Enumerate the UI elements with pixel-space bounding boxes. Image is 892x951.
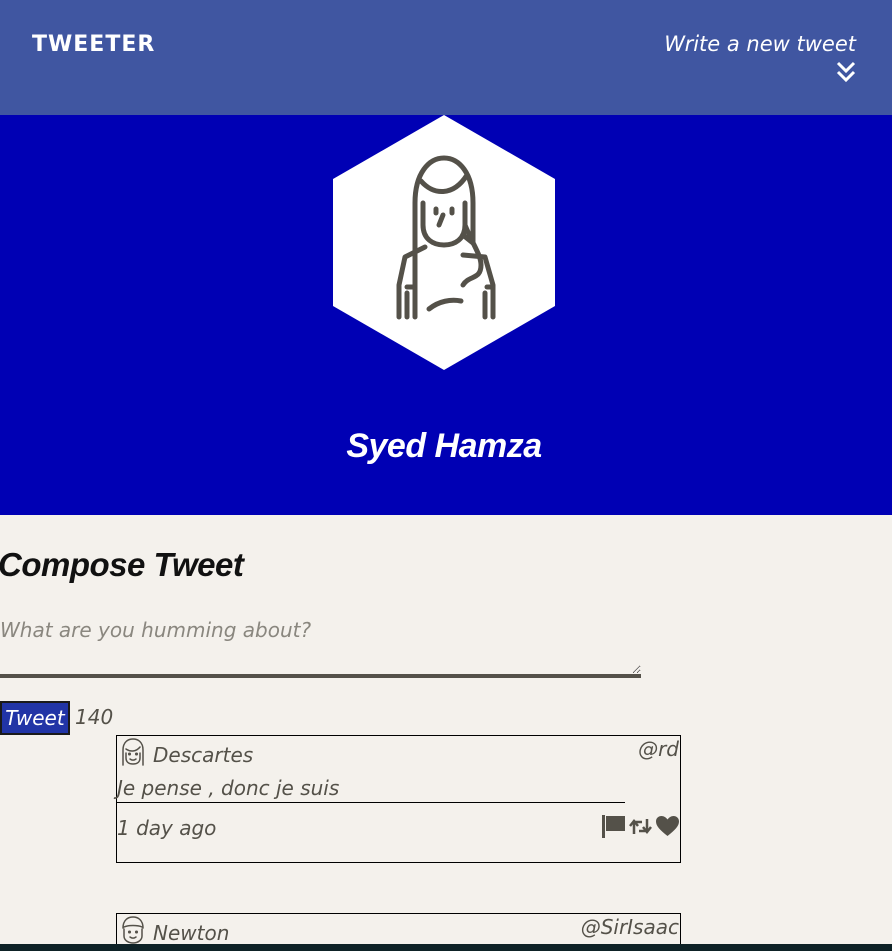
profile-name: Syed Hamza bbox=[346, 427, 542, 465]
user-avatar-icon bbox=[122, 738, 144, 766]
tweet-author-name: Descartes bbox=[153, 743, 254, 767]
user-avatar-icon bbox=[122, 916, 144, 944]
character-counter: 140 bbox=[75, 705, 114, 729]
bottom-bar bbox=[0, 944, 892, 951]
top-nav: TWEETER Write a new tweet bbox=[0, 0, 892, 115]
tweet-author-handle: @rd bbox=[638, 737, 679, 761]
tweet-author-name: Newton bbox=[153, 921, 230, 945]
heart-icon[interactable] bbox=[655, 814, 680, 839]
tweet-text: Je pense , donc je suis bbox=[117, 776, 625, 803]
tweet-button[interactable]: Tweet bbox=[0, 701, 70, 735]
double-chevron-down-icon[interactable] bbox=[835, 60, 857, 84]
user-avatar-icon bbox=[333, 115, 555, 370]
flag-icon[interactable] bbox=[601, 814, 626, 839]
profile-header: Syed Hamza bbox=[0, 115, 892, 515]
brand-logo[interactable]: TWEETER bbox=[32, 32, 155, 57]
tweet-timestamp: 1 day ago bbox=[117, 816, 217, 840]
tweet-textarea[interactable] bbox=[0, 618, 641, 678]
tweet-card: Descartes @rd Je pense , donc je suis 1 … bbox=[116, 735, 681, 863]
avatar bbox=[333, 115, 555, 370]
write-new-tweet-link[interactable]: Write a new tweet bbox=[664, 32, 856, 56]
retweet-icon[interactable] bbox=[628, 814, 653, 839]
tweet-actions bbox=[601, 814, 680, 839]
tweet-author-handle: @SirIsaac bbox=[580, 915, 679, 939]
compose-title: Compose Tweet bbox=[0, 546, 244, 583]
